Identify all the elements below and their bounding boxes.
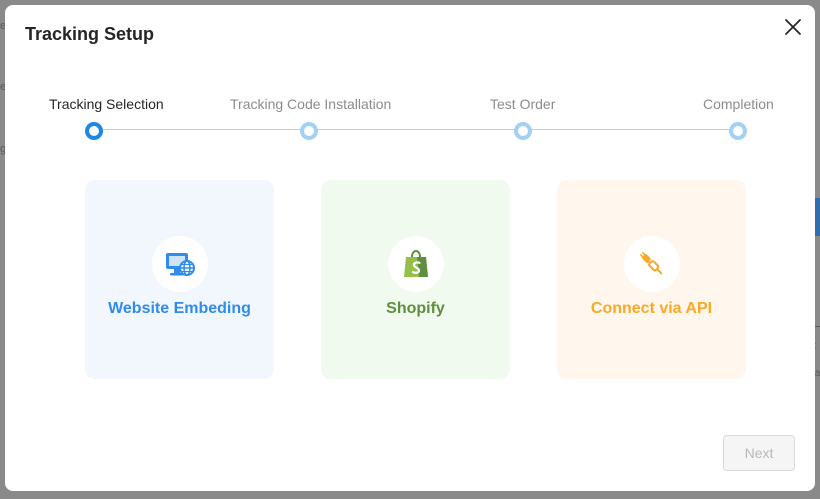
option-icon-circle bbox=[624, 236, 680, 292]
shopify-bag-icon bbox=[404, 249, 428, 277]
option-card-shopify[interactable]: Shopify bbox=[321, 180, 510, 379]
option-card-connect-via-api[interactable]: Connect via API bbox=[557, 180, 746, 379]
next-button[interactable]: Next bbox=[723, 435, 795, 471]
option-label: Connect via API bbox=[590, 300, 713, 317]
plug-connect-icon bbox=[639, 251, 663, 275]
monitor-globe-icon bbox=[166, 253, 195, 276]
option-icon-circle bbox=[152, 236, 208, 292]
tracking-setup-modal: Tracking Setup Tracking Selection Tracki… bbox=[5, 5, 815, 491]
tracking-options: Website Embeding Shopify Connect via API bbox=[5, 5, 815, 405]
option-label: Website Embeding bbox=[108, 300, 251, 317]
option-card-website-embeding[interactable]: Website Embeding bbox=[85, 180, 274, 379]
option-label: Shopify bbox=[386, 300, 445, 317]
option-icon-circle bbox=[388, 236, 444, 292]
